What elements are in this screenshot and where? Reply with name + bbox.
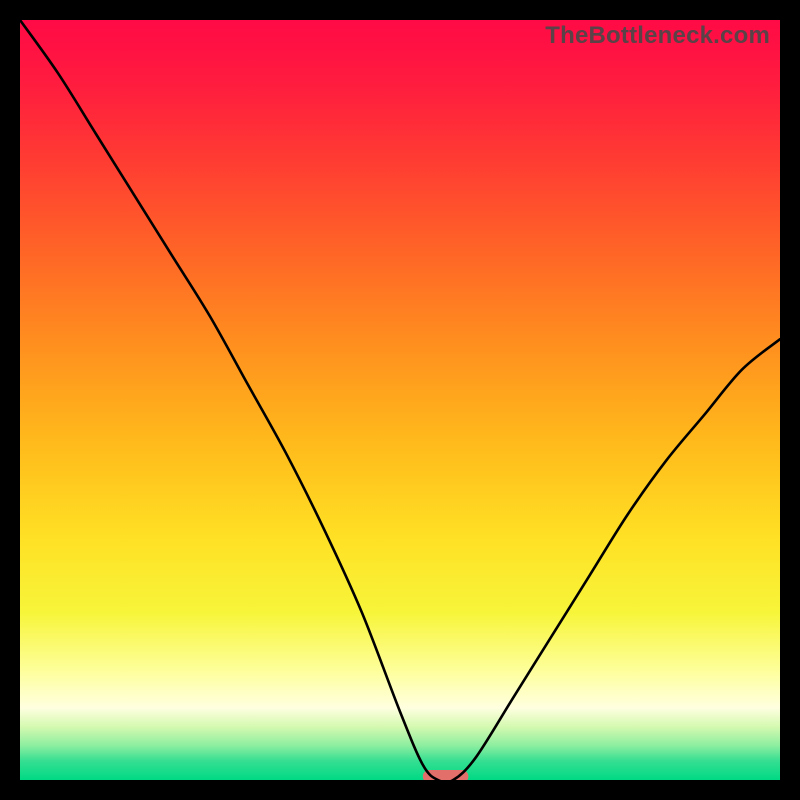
chart-frame: TheBottleneck.com [0,0,800,800]
plot-area: TheBottleneck.com [20,20,780,780]
watermark-text: TheBottleneck.com [545,22,770,50]
gradient-background [20,20,780,780]
chart-svg [20,20,780,780]
